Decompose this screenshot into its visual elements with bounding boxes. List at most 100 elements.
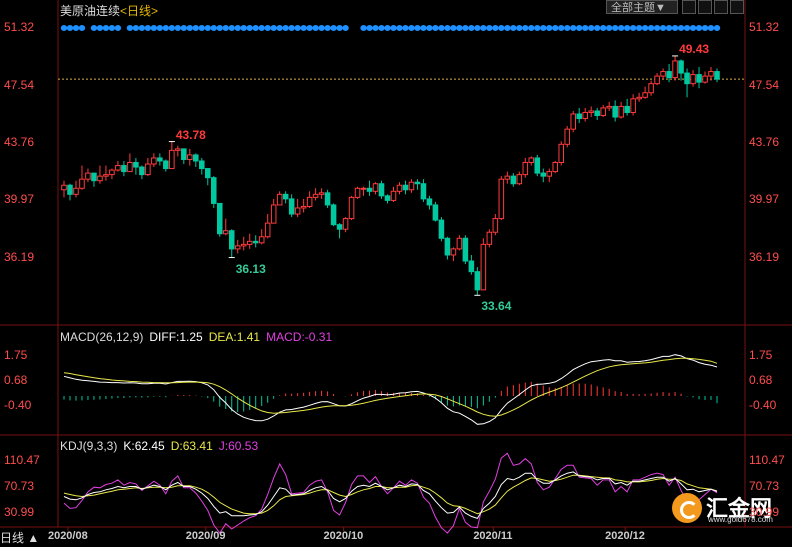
signal-dot xyxy=(132,25,140,31)
macd-axis-tick-left: -0.40 xyxy=(4,398,32,413)
candle-body xyxy=(414,181,421,185)
signal-dot xyxy=(599,25,607,31)
indicator-icon[interactable] xyxy=(698,0,712,14)
signal-dot xyxy=(108,25,116,31)
signal-dot xyxy=(582,25,589,31)
signal-dot xyxy=(216,25,223,31)
signal-dot xyxy=(713,25,721,31)
signal-dot xyxy=(240,25,247,31)
candle-body xyxy=(330,204,337,226)
candle-body xyxy=(282,193,289,200)
signal-dot xyxy=(222,25,229,31)
price-axis-tick-right: 36.19 xyxy=(749,249,780,264)
candle-body xyxy=(450,248,457,256)
signal-dot xyxy=(492,25,499,31)
signal-dot xyxy=(546,25,553,31)
candle-body xyxy=(163,160,169,170)
signal-dot xyxy=(210,25,217,31)
candle-body xyxy=(222,230,229,235)
candle-body xyxy=(558,143,565,164)
candle-body xyxy=(127,162,133,173)
candle-body xyxy=(486,231,493,245)
price-axis-tick-left: 39.97 xyxy=(4,192,35,207)
candle-body xyxy=(456,237,463,250)
signal-dot xyxy=(168,25,176,31)
candle-body xyxy=(498,178,505,220)
candle-body xyxy=(678,60,684,74)
candle-body xyxy=(199,160,205,170)
candle-body xyxy=(564,128,571,145)
candle-body xyxy=(528,157,535,164)
signal-dot xyxy=(396,25,403,31)
refresh-icon[interactable] xyxy=(730,0,744,14)
candle-body xyxy=(420,183,427,200)
signal-dot xyxy=(60,25,68,31)
signal-dot xyxy=(695,25,703,31)
x-axis-label: 2020/12 xyxy=(605,530,645,542)
signal-dot xyxy=(300,25,307,31)
signal-dot xyxy=(593,25,601,31)
drawing-tool-icon[interactable] xyxy=(682,0,696,14)
candle-body xyxy=(210,177,217,204)
signal-dot xyxy=(192,25,199,31)
candle-body xyxy=(492,218,499,233)
signal-dot xyxy=(246,25,253,31)
signal-dot xyxy=(384,25,391,31)
theme-dropdown-button[interactable]: 全部主题▼ xyxy=(606,0,678,14)
candle-body xyxy=(360,187,367,190)
candle-body xyxy=(714,71,720,80)
zoom-icon[interactable] xyxy=(714,0,728,14)
signal-dot xyxy=(234,25,241,31)
candle-body xyxy=(300,205,307,209)
signal-dot xyxy=(294,25,301,31)
candle-body xyxy=(444,237,451,256)
signal-dot xyxy=(414,25,421,31)
period-tab-daily[interactable]: 日线 ▲ xyxy=(0,529,39,546)
candle-body xyxy=(612,105,618,118)
signal-dot xyxy=(540,25,547,31)
candle-body xyxy=(702,75,708,83)
candle-body xyxy=(378,183,385,197)
signal-dot xyxy=(587,25,595,31)
signal-dot xyxy=(653,25,661,31)
candle-body xyxy=(672,60,678,79)
x-axis-label: 2020/11 xyxy=(473,530,513,542)
candle-body xyxy=(546,171,553,177)
candle-body xyxy=(510,175,517,185)
signal-dot xyxy=(641,25,649,31)
signal-dot xyxy=(611,25,619,31)
signal-dot xyxy=(456,25,463,31)
macd-legend-name: MACD(26,12,9) xyxy=(60,330,144,344)
signal-dot xyxy=(516,25,523,31)
kdj-axis-tick-right: 30.99 xyxy=(749,505,780,520)
signal-dot xyxy=(324,25,331,31)
candle-body xyxy=(606,105,612,109)
candle-body xyxy=(228,230,235,250)
macd-axis-tick-left: 1.75 xyxy=(4,348,28,363)
signal-dot xyxy=(605,25,613,31)
period-selector[interactable]: <日线> xyxy=(120,4,158,18)
signal-dot xyxy=(623,25,631,31)
signal-dot xyxy=(635,25,643,31)
macd-axis-tick-right: 0.68 xyxy=(749,373,773,388)
candle-body xyxy=(636,96,642,100)
signal-dot xyxy=(474,25,481,31)
kdj-legend-k: K:62.45 xyxy=(123,439,165,453)
price-axis-tick-left: 51.32 xyxy=(4,20,35,35)
price-annotation-low: 36.13 xyxy=(235,261,266,276)
signal-dot xyxy=(498,25,505,31)
kdj-k-line xyxy=(63,471,718,520)
signal-dot xyxy=(162,25,170,31)
price-annotation-low: 33.64 xyxy=(481,299,512,314)
signal-dot xyxy=(647,25,655,31)
macd-axis-tick-left: 0.68 xyxy=(4,373,28,388)
candle-body xyxy=(97,175,103,182)
signal-dot xyxy=(408,25,415,31)
x-axis-label: 2020/08 xyxy=(47,530,88,542)
candle-body xyxy=(654,75,660,85)
macd-dea-line xyxy=(63,357,718,417)
signal-dot xyxy=(522,25,529,31)
kdj-axis-tick-left: 110.47 xyxy=(4,452,40,467)
price-axis-tick-left: 47.54 xyxy=(4,77,35,92)
candle-body xyxy=(432,204,439,221)
